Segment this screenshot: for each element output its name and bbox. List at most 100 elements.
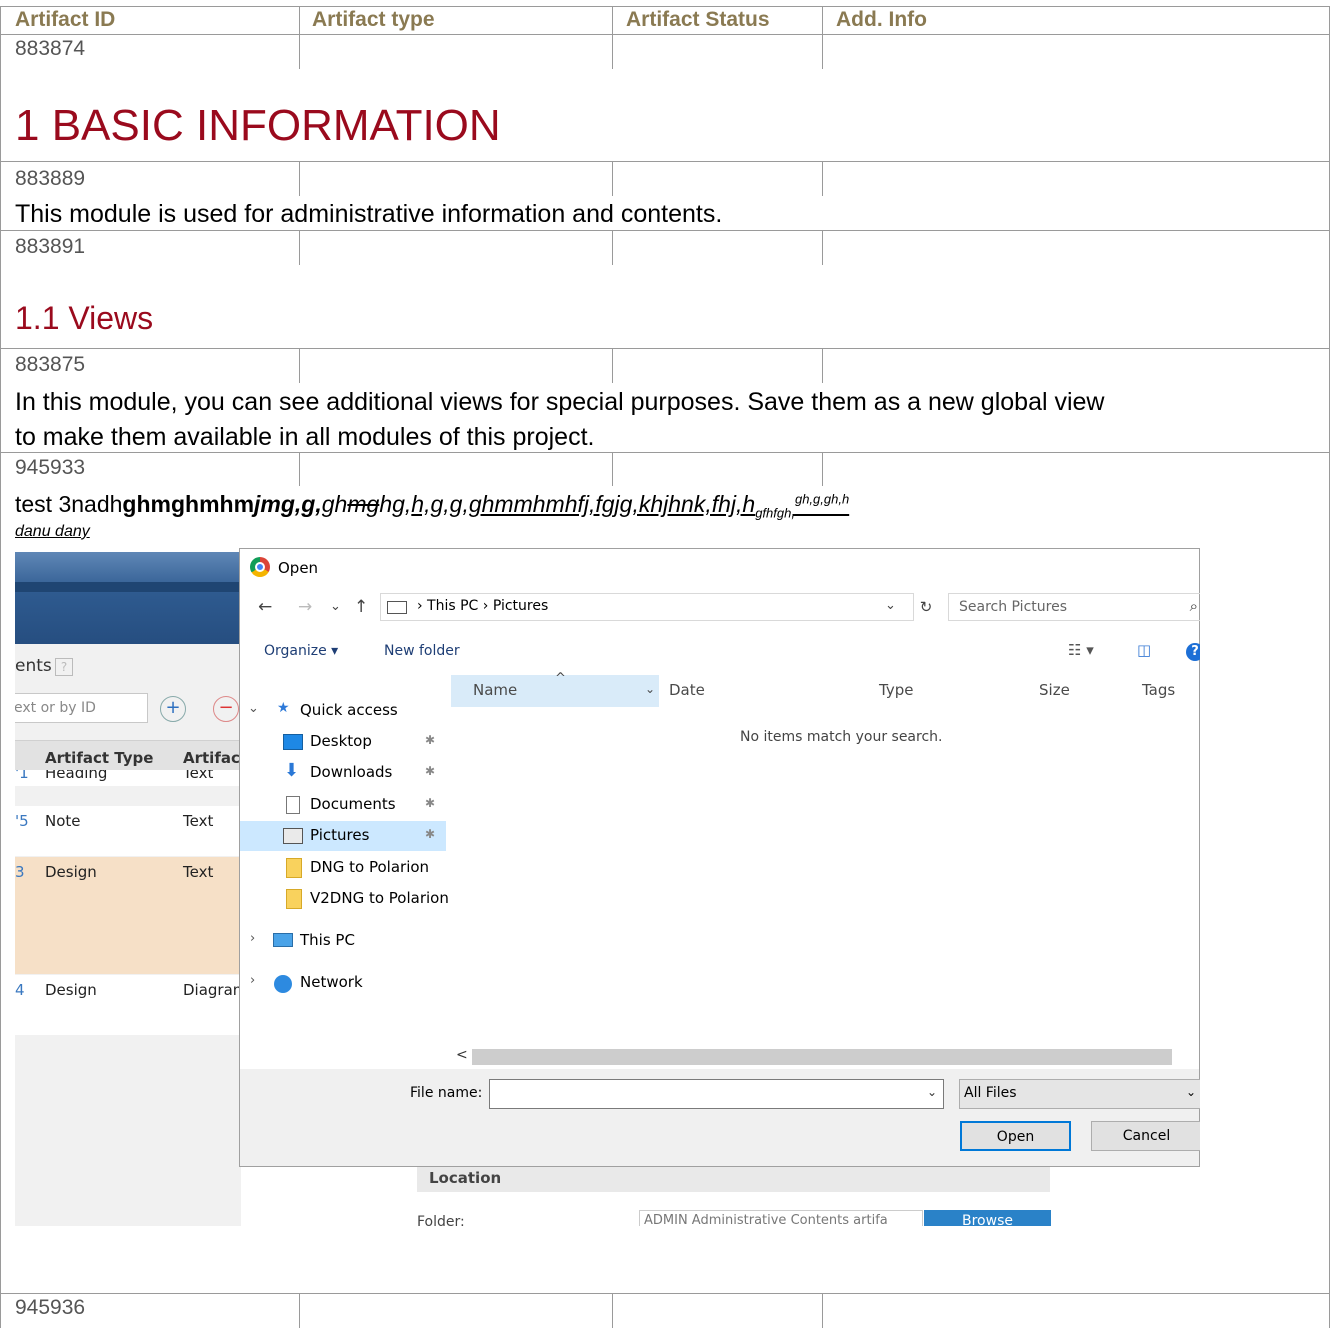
column-divider: [822, 6, 823, 35]
address-dropdown-icon[interactable]: ⌄: [885, 598, 896, 613]
scrollbar-thumb[interactable]: [472, 1049, 1172, 1065]
background-panel-title: ents: [15, 656, 52, 676]
file-name-input[interactable]: ⌄: [489, 1079, 944, 1109]
back-arrow-icon[interactable]: ←: [258, 597, 272, 617]
test-italic: gh: [321, 491, 348, 517]
test-plain: test 3nadh: [15, 491, 123, 517]
file-list-header: Name ^ ⌄ Date Type Size Tags: [451, 671, 1200, 707]
pin-icon: ✱: [425, 733, 436, 747]
folder-input[interactable]: ADMIN Administrative Contents artifa: [639, 1210, 923, 1226]
scroll-left-icon[interactable]: <: [456, 1047, 468, 1063]
nav-pictures[interactable]: Pictures ✱: [240, 821, 446, 851]
table-row-selected[interactable]: 3 Design Text: [15, 857, 241, 974]
nav-folder-dng-to-polarion[interactable]: DNG to Polarion: [240, 853, 446, 883]
pictures-location-icon: [387, 601, 407, 614]
cancel-button[interactable]: Cancel: [1091, 1121, 1200, 1151]
nav-documents[interactable]: Documents ✱: [240, 790, 446, 820]
column-divider: [299, 231, 300, 265]
preview-pane-icon[interactable]: ◫: [1137, 641, 1151, 659]
table-row[interactable]: 4 Design Diagram: [15, 975, 247, 1035]
nav-folder-v2dng-to-polarion[interactable]: V2DNG to Polarion: [240, 884, 449, 914]
column-divider: [822, 35, 823, 69]
browse-button[interactable]: Browse: [924, 1210, 1051, 1226]
col-size[interactable]: Size: [1039, 681, 1070, 699]
search-placeholder: Search Pictures: [959, 599, 1067, 615]
paragraph-views-line1: In this module, you can see additional v…: [15, 388, 1105, 416]
horizontal-scrollbar[interactable]: <: [456, 1047, 1200, 1067]
chevron-right-icon[interactable]: ›: [250, 931, 255, 946]
col-date[interactable]: Date: [669, 681, 705, 699]
col-artifact-format[interactable]: Artifact: [183, 749, 247, 767]
search-icon[interactable]: ⌕: [1190, 597, 1198, 615]
column-divider: [822, 162, 823, 196]
column-divider: [299, 349, 300, 383]
nav-network[interactable]: › Network: [240, 968, 446, 998]
documents-icon: [286, 796, 300, 814]
table-row[interactable]: '1 Heading Text: [15, 770, 241, 786]
pictures-icon: [283, 828, 303, 844]
row-id: 883891: [15, 235, 86, 258]
help-icon[interactable]: ?: [1186, 643, 1200, 661]
chrome-icon: [250, 557, 270, 577]
column-divider: [822, 453, 823, 486]
folder-label: Folder:: [417, 1214, 465, 1226]
chevron-right-icon[interactable]: ›: [250, 973, 255, 988]
paragraph-views-line2: to make them available in all modules of…: [15, 423, 595, 451]
col-name[interactable]: Name: [473, 681, 517, 699]
up-arrow-icon[interactable]: ↑: [354, 597, 368, 617]
test-underline: h,g,g,ghmmhmhfj,fgjg,khjhnk,fhj,h: [411, 491, 756, 517]
column-divider: [612, 162, 613, 196]
test-line-2: danu dany: [15, 523, 90, 540]
col-tags[interactable]: Tags: [1142, 681, 1175, 699]
star-icon: ★: [277, 700, 290, 716]
help-icon[interactable]: ?: [55, 658, 73, 676]
file-type-select[interactable]: All Files ⌄: [959, 1079, 1200, 1109]
location-section-header: Location: [417, 1167, 1050, 1192]
test-superscript: gh,g,gh,h: [794, 491, 850, 507]
network-icon: [274, 975, 292, 993]
header-add-info: Add. Info: [836, 8, 927, 31]
forward-arrow-icon[interactable]: →: [298, 597, 312, 617]
change-view-icon[interactable]: ☷ ▾: [1068, 641, 1094, 659]
add-icon[interactable]: +: [160, 696, 186, 722]
chevron-down-icon[interactable]: ⌄: [645, 682, 655, 696]
column-divider: [612, 453, 613, 486]
test-bold-italic: jmg,g,: [254, 491, 322, 517]
row-id: 883874: [15, 37, 86, 60]
column-divider: [299, 1294, 300, 1328]
background-search-input[interactable]: ext or by ID: [15, 693, 148, 723]
open-button[interactable]: Open: [960, 1121, 1071, 1151]
column-divider: [822, 1294, 823, 1328]
col-artifact-type[interactable]: Artifact Type: [45, 749, 153, 767]
chevron-down-icon[interactable]: ⌄: [927, 1085, 937, 1099]
chevron-down-icon[interactable]: ⌄: [1186, 1085, 1196, 1099]
header-artifact-type: Artifact type: [312, 8, 435, 31]
address-bar[interactable]: › This PC › Pictures ⌄: [380, 593, 914, 621]
col-type[interactable]: Type: [879, 681, 913, 699]
nav-this-pc[interactable]: › This PC: [240, 926, 446, 956]
test-italic-2: hg,: [379, 491, 412, 517]
column-divider: [299, 6, 300, 35]
new-folder-button[interactable]: New folder: [384, 643, 460, 659]
remove-icon[interactable]: −: [213, 696, 239, 722]
nav-desktop[interactable]: Desktop ✱: [240, 727, 446, 757]
file-type-value: All Files: [964, 1085, 1017, 1101]
breadcrumb[interactable]: › This PC › Pictures: [417, 598, 548, 614]
folder-icon: [286, 858, 302, 878]
row-id: 945936: [15, 1296, 86, 1319]
table-row[interactable]: '5 Note Text: [15, 806, 241, 856]
row-id: 883875: [15, 353, 86, 376]
search-input[interactable]: Search Pictures ⌕: [948, 593, 1200, 621]
refresh-icon[interactable]: ↻: [915, 593, 937, 621]
paragraph-module-purpose: This module is used for administrative i…: [15, 200, 723, 228]
recent-locations-chevron-icon[interactable]: ⌄: [330, 599, 341, 614]
chevron-down-icon[interactable]: ⌄: [248, 701, 259, 716]
nav-downloads[interactable]: ⬇ Downloads ✱: [240, 758, 446, 788]
open-file-dialog: Open ← → ⌄ ↑ › This PC › Pictures ⌄ ↻ Se…: [239, 548, 1200, 1167]
column-divider: [612, 35, 613, 69]
dialog-title: Open: [278, 559, 319, 577]
nav-quick-access[interactable]: ⌄ ★ Quick access: [240, 696, 446, 726]
table-border: [0, 6, 1330, 7]
folder-icon: [286, 889, 302, 909]
organize-button[interactable]: Organize ▾: [264, 643, 338, 659]
